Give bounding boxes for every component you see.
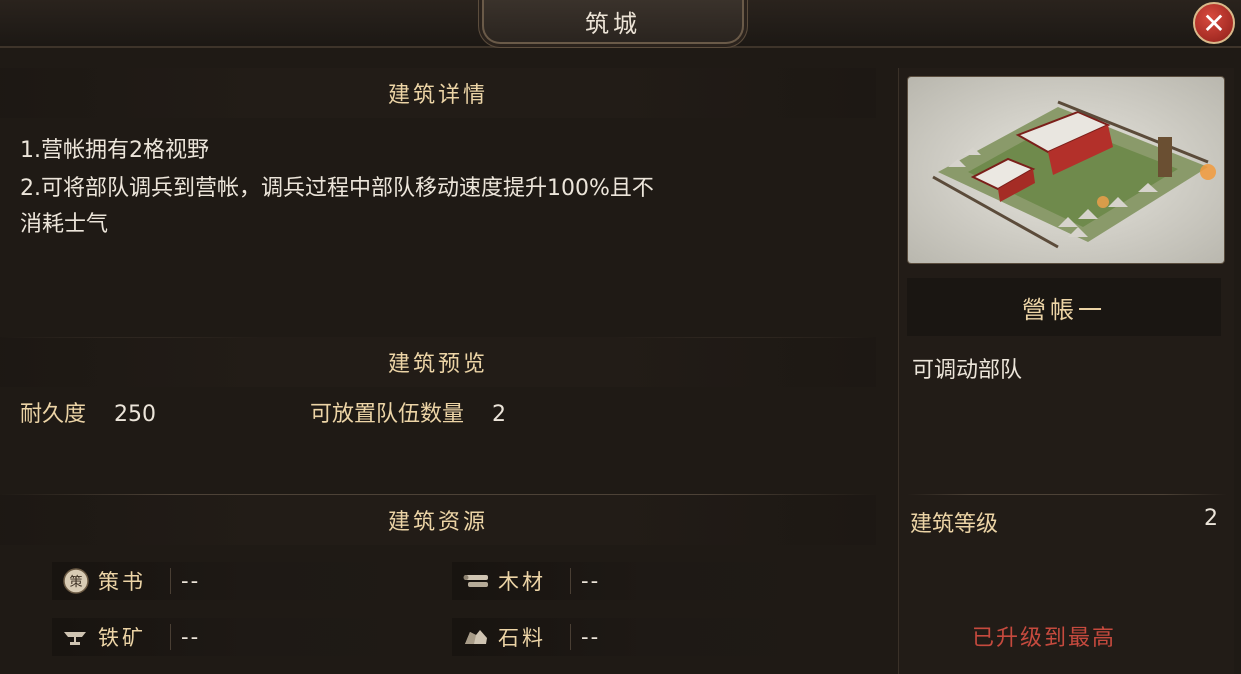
detail-line-2: 2.可将部队调兵到营帐，调兵过程中部队移动速度提升100%且不 [20, 176, 654, 201]
durability-stat: 耐久度 250 [20, 396, 156, 428]
resource-slot-iron: 铁矿 -- [52, 618, 378, 656]
detail-line-1: 1.营帐拥有2格视野 [20, 138, 209, 163]
details-header: 建筑详情 [0, 68, 876, 118]
resource-value: -- [581, 625, 601, 649]
building-function: 可调动部队 [912, 358, 1023, 383]
detail-line-3: 消耗士气 [20, 212, 109, 237]
resource-name: 木材 [498, 570, 546, 594]
troops-value: 2 [492, 402, 507, 427]
troops-label: 可放置队伍数量 [310, 402, 465, 427]
building-name: 營帳一 [907, 278, 1221, 336]
resource-slot-stone: 石料 -- [452, 618, 778, 656]
level-label: 建筑等级 [910, 512, 999, 537]
resource-value: -- [181, 625, 201, 649]
resource-slot-wood: 木材 -- [452, 562, 778, 600]
durability-value: 250 [114, 402, 157, 427]
preview-header: 建筑预览 [0, 337, 876, 387]
svg-text:策: 策 [69, 574, 82, 590]
divider [907, 494, 1227, 495]
close-button[interactable]: ✕ [1193, 2, 1235, 44]
max-level-status: 已升级到最高 [972, 626, 1117, 651]
troops-stat: 可放置队伍数量 2 [310, 396, 506, 428]
wood-icon [462, 567, 490, 595]
window-title: 筑城 [482, 0, 744, 44]
level-value: 2 [1204, 506, 1218, 531]
book-icon: 策 [62, 567, 90, 595]
durability-label: 耐久度 [20, 402, 87, 427]
resource-slot-book: 策 策书 -- [52, 562, 378, 600]
resource-name: 策书 [98, 570, 146, 594]
close-icon: ✕ [1202, 6, 1226, 40]
resource-value: -- [181, 569, 201, 593]
iron-icon [62, 623, 90, 651]
stone-icon [462, 623, 490, 651]
camp-illustration [907, 76, 1225, 264]
resource-value: -- [581, 569, 601, 593]
resources-header: 建筑资源 [0, 495, 876, 545]
resource-name: 石料 [498, 626, 546, 650]
resource-name: 铁矿 [98, 626, 146, 650]
